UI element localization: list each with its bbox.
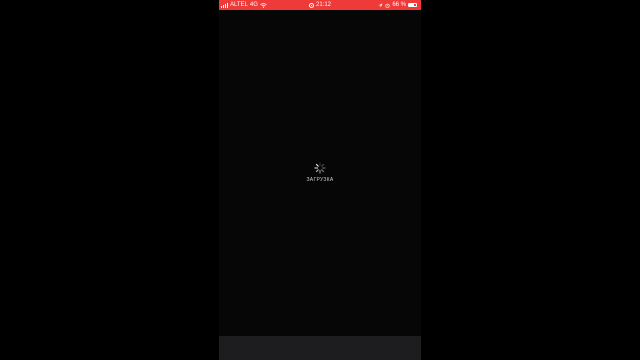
screen-recording-icon <box>308 2 314 8</box>
battery-icon <box>408 3 417 7</box>
status-bar: ALTEL 4G 21:12 66 % <box>219 0 421 10</box>
battery-percent: 66 % <box>392 2 406 8</box>
loading-label: ЗАГРУЗКА <box>306 177 334 183</box>
spinner-spoke <box>321 163 325 167</box>
location-arrow-icon <box>378 3 383 7</box>
phone-screen: ALTEL 4G 21:12 66 % ЗАГРУЗКА <box>219 0 421 360</box>
loading-indicator: ЗАГРУЗКА <box>219 162 421 183</box>
loading-spinner-icon <box>314 162 326 174</box>
alarm-icon <box>385 3 390 8</box>
spinner-spoke <box>315 163 319 167</box>
status-time: 21:12 <box>315 2 331 8</box>
status-bar-right: 66 % <box>378 0 417 10</box>
spinner-spoke <box>321 169 325 173</box>
battery-fill <box>409 4 414 6</box>
spinner-spoke <box>315 169 319 173</box>
bottom-bar <box>219 336 421 360</box>
